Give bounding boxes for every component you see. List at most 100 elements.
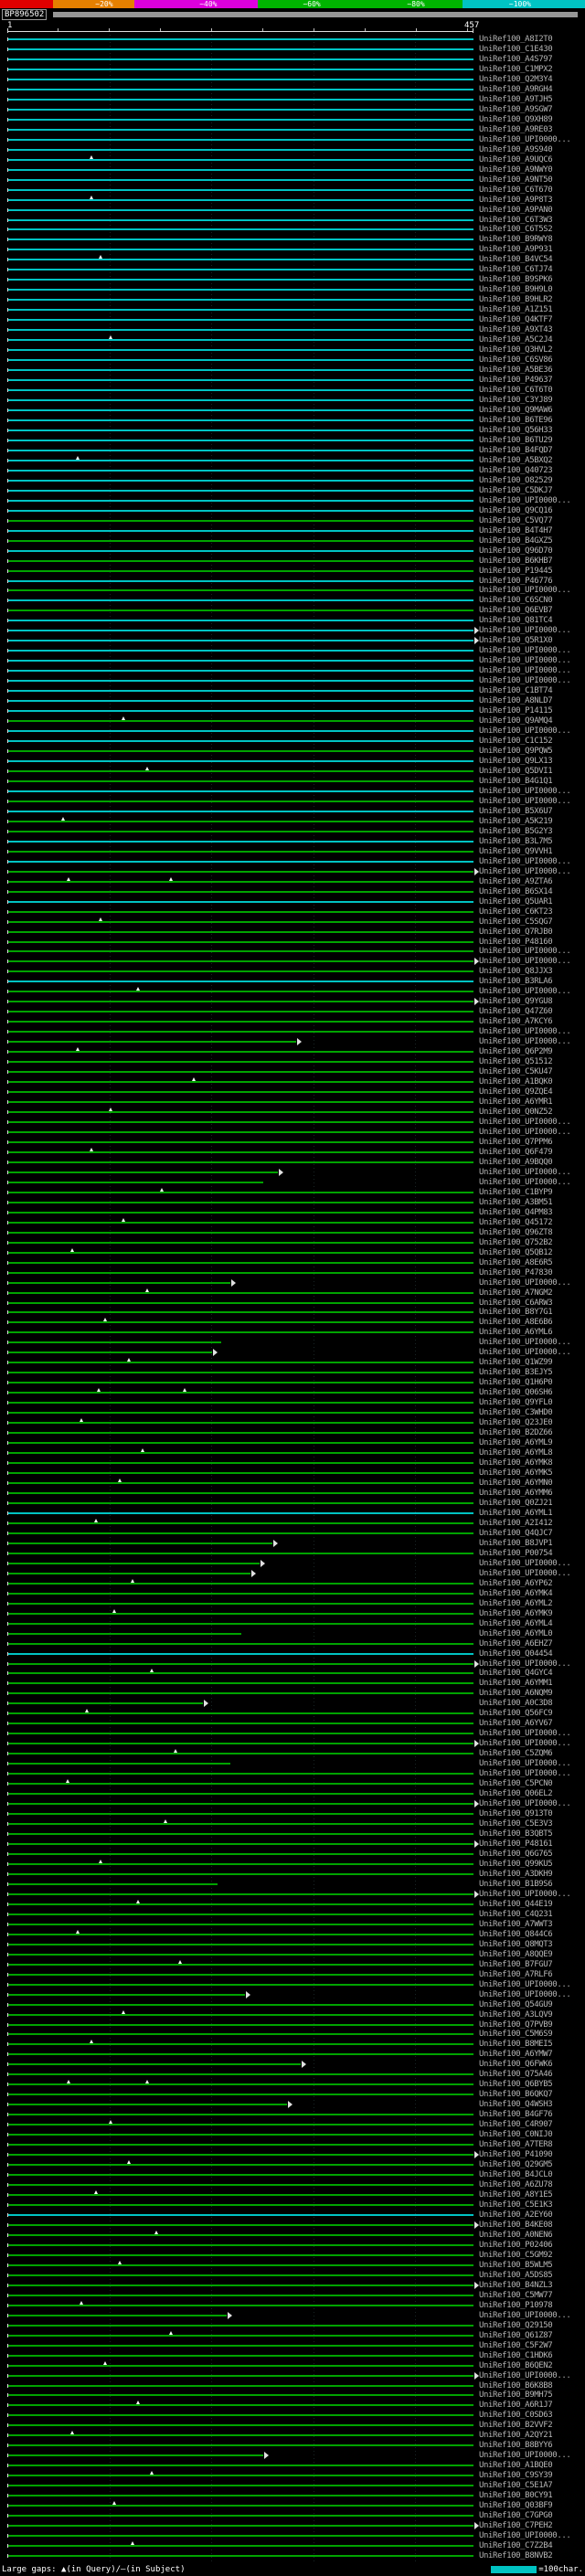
hit-label[interactable]: UniRef100_A8I2T0: [479, 36, 583, 44]
hit-label[interactable]: UniRef100_A6YMK4: [479, 1590, 583, 1598]
hit-label[interactable]: UniRef100_A6YML1: [479, 1510, 583, 1518]
hit-label[interactable]: UniRef100_A6YML4: [479, 1620, 583, 1628]
hit-alignment-bar[interactable]: [7, 79, 473, 80]
hit-row[interactable]: UniRef100_A5BXQ2: [0, 456, 585, 466]
hit-label[interactable]: UniRef100_P48161: [479, 1840, 583, 1849]
hit-label[interactable]: UniRef100_Q9AMQ4: [479, 717, 583, 726]
hit-label[interactable]: UniRef100_UPI0000...: [479, 868, 583, 876]
hit-alignment-bar[interactable]: [7, 991, 473, 992]
hit-label[interactable]: UniRef100_A0C3D8: [479, 1700, 583, 1708]
hit-row[interactable]: UniRef100_Q5DVI1: [0, 767, 585, 777]
hit-alignment-bar[interactable]: [7, 2444, 473, 2446]
hit-alignment-bar[interactable]: [7, 2033, 473, 2035]
hit-alignment-bar[interactable]: [7, 1623, 473, 1625]
hit-alignment-bar[interactable]: [7, 149, 473, 151]
hit-label[interactable]: UniRef100_Q04454: [479, 1650, 583, 1659]
hit-row[interactable]: UniRef100_A8E6R5: [0, 1258, 585, 1268]
hit-alignment-bar[interactable]: [7, 1131, 473, 1133]
hit-row[interactable]: UniRef100_UPI0000...: [0, 646, 585, 656]
hit-alignment-bar[interactable]: [7, 2545, 473, 2547]
hit-alignment-bar[interactable]: [7, 1663, 473, 1665]
hit-alignment-bar[interactable]: [7, 1502, 473, 1504]
hit-label[interactable]: UniRef100_Q0NZ52: [479, 1108, 583, 1117]
hit-alignment-bar[interactable]: [7, 1873, 473, 1875]
hit-row[interactable]: UniRef100_A6YMW7: [0, 2050, 585, 2060]
hit-row[interactable]: UniRef100_A1BQE0: [0, 2461, 585, 2471]
hit-alignment-bar[interactable]: [7, 48, 473, 50]
hit-alignment-bar[interactable]: [7, 2274, 473, 2276]
hit-label[interactable]: UniRef100_B8JVP1: [479, 1540, 583, 1548]
hit-label[interactable]: UniRef100_A2I412: [479, 1520, 583, 1528]
hit-row[interactable]: UniRef100_A0C3D8: [0, 1699, 585, 1709]
hit-row[interactable]: UniRef100_UPI0000...: [0, 666, 585, 676]
hit-label[interactable]: UniRef100_UPI0000...: [479, 1169, 583, 1177]
hit-alignment-bar[interactable]: [7, 239, 473, 240]
hit-label[interactable]: UniRef100_C0SD63: [479, 2412, 583, 2420]
hit-alignment-bar[interactable]: [7, 329, 473, 331]
hit-row[interactable]: UniRef100_UPI0000...: [0, 1168, 585, 1178]
hit-label[interactable]: UniRef100_A9NT50: [479, 176, 583, 185]
hit-row[interactable]: UniRef100_P46776: [0, 577, 585, 587]
hit-row[interactable]: UniRef100_B6K8B8: [0, 2381, 585, 2391]
hit-row[interactable]: UniRef100_B9MH75: [0, 2390, 585, 2401]
hit-label[interactable]: UniRef100_Q2M3Y4: [479, 76, 583, 84]
hit-row[interactable]: UniRef100_Q4QJC7: [0, 1529, 585, 1539]
hit-label[interactable]: UniRef100_C4Q231: [479, 1911, 583, 1919]
hit-label[interactable]: UniRef100_A6YMM1: [479, 1680, 583, 1688]
hit-row[interactable]: UniRef100_C1BYP9: [0, 1188, 585, 1198]
hit-label[interactable]: UniRef100_Q0ZJ21: [479, 1500, 583, 1508]
hit-alignment-bar[interactable]: [7, 1232, 473, 1234]
hit-label[interactable]: UniRef100_B8Y7G1: [479, 1309, 583, 1317]
hit-alignment-bar[interactable]: [7, 811, 473, 812]
hit-row[interactable]: UniRef100_Q6EVB7: [0, 606, 585, 616]
hit-row[interactable]: UniRef100_Q8MQT3: [0, 1940, 585, 1950]
hit-row[interactable]: UniRef100_UPI0000...: [0, 1739, 585, 1749]
hit-label[interactable]: UniRef100_A9RE03: [479, 126, 583, 134]
hit-alignment-bar[interactable]: [7, 1141, 473, 1143]
hit-alignment-bar[interactable]: [7, 1883, 218, 1885]
hit-label[interactable]: UniRef100_Q96ZT8: [479, 1229, 583, 1237]
hit-label[interactable]: UniRef100_A7RLF6: [479, 1971, 583, 1979]
hit-row[interactable]: UniRef100_UPI0000...: [0, 656, 585, 666]
hit-label[interactable]: UniRef100_Q4WSH3: [479, 2101, 583, 2109]
hit-alignment-bar[interactable]: [7, 950, 473, 952]
hit-alignment-bar[interactable]: [7, 1161, 473, 1163]
hit-row[interactable]: UniRef100_P47830: [0, 1268, 585, 1278]
hit-label[interactable]: UniRef100_Q9MAW6: [479, 407, 583, 415]
hit-row[interactable]: UniRef100_C7Z2B4: [0, 2541, 585, 2551]
hit-label[interactable]: UniRef100_Q4KTF7: [479, 316, 583, 324]
hit-alignment-bar[interactable]: [7, 1302, 473, 1304]
hit-label[interactable]: UniRef100_A6YMM6: [479, 1489, 583, 1498]
hit-alignment-bar[interactable]: [7, 670, 473, 672]
hit-label[interactable]: UniRef100_Q61Z87: [479, 2332, 583, 2340]
hit-alignment-bar[interactable]: [7, 2414, 473, 2416]
hit-label[interactable]: UniRef100_C1HDK6: [479, 2352, 583, 2360]
hit-label[interactable]: UniRef100_A3DKH9: [479, 1871, 583, 1879]
hit-alignment-bar[interactable]: [7, 1643, 473, 1645]
hit-alignment-bar[interactable]: [7, 1692, 473, 1694]
hit-label[interactable]: UniRef100_A8Y1E5: [479, 2191, 583, 2200]
hit-label[interactable]: UniRef100_A6YMK9: [479, 1610, 583, 1618]
hit-label[interactable]: UniRef100_Q5R1X0: [479, 637, 583, 645]
hit-label[interactable]: UniRef100_A9NWY0: [479, 166, 583, 175]
hit-alignment-bar[interactable]: [7, 450, 473, 451]
hit-row[interactable]: UniRef100_A6YMK8: [0, 1458, 585, 1468]
hit-label[interactable]: UniRef100_A9P931: [479, 246, 583, 254]
hit-row[interactable]: UniRef100_Q5UAR1: [0, 897, 585, 907]
hit-row[interactable]: UniRef100_Q61Z87: [0, 2331, 585, 2341]
hit-row[interactable]: UniRef100_A9XT43: [0, 325, 585, 335]
hit-label[interactable]: UniRef100_A9S940: [479, 146, 583, 154]
hit-label[interactable]: UniRef100_Q844C6: [479, 1931, 583, 1939]
hit-row[interactable]: UniRef100_UPI0000...: [0, 2451, 585, 2461]
hit-alignment-bar[interactable]: [7, 780, 473, 782]
hit-row[interactable]: UniRef100_C4Q231: [0, 1910, 585, 1920]
hit-row[interactable]: UniRef100_B9H9L0: [0, 285, 585, 295]
hit-label[interactable]: UniRef100_C6T3W3: [479, 217, 583, 225]
hit-alignment-bar[interactable]: [7, 1292, 473, 1294]
hit-alignment-bar[interactable]: [7, 1031, 473, 1033]
hit-alignment-bar[interactable]: [7, 228, 473, 230]
hit-row[interactable]: UniRef100_B6TU29: [0, 436, 585, 446]
hit-alignment-bar[interactable]: [7, 2004, 473, 2006]
hit-label[interactable]: UniRef100_A9XT43: [479, 326, 583, 334]
hit-row[interactable]: UniRef100_Q45172: [0, 1218, 585, 1228]
